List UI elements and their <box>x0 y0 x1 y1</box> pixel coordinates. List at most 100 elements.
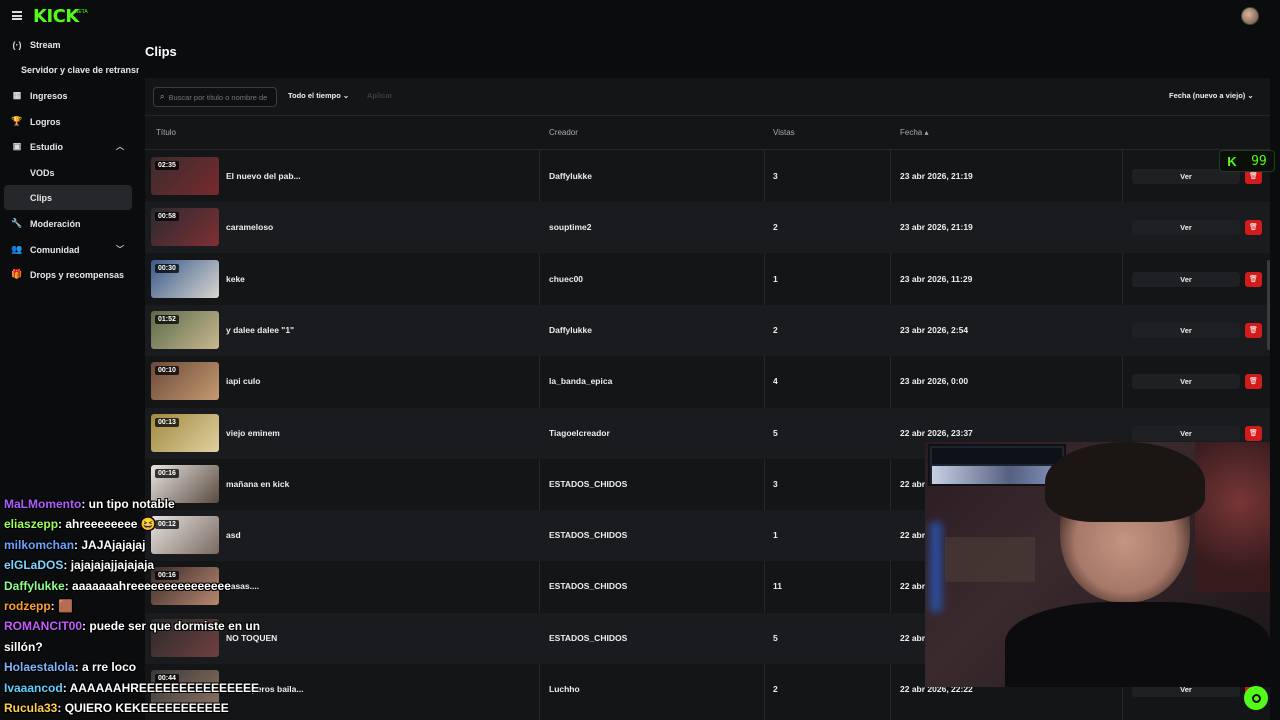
clip-creator[interactable]: ESTADOS_CHIDOS <box>549 581 627 591</box>
clip-thumbnail[interactable]: 01:52 <box>151 310 219 349</box>
delete-clip-button[interactable]: 🗑 <box>1245 374 1262 390</box>
sidebar-item-ingresos[interactable]: ▦ Ingresos <box>4 83 132 108</box>
clip-title[interactable]: y dalee dalee "1" <box>226 325 294 335</box>
chat-username[interactable]: ROMANCIT00 <box>4 619 82 633</box>
top-bar: KICK BETA <box>0 0 1280 34</box>
chat-fab-button[interactable] <box>1244 686 1268 710</box>
trash-icon: 🗑 <box>1249 378 1258 386</box>
clip-creator[interactable]: Daffylukke <box>549 325 592 335</box>
chat-separator: : <box>57 701 65 715</box>
table-row[interactable]: 00:10 iapi culo la_banda_epica 4 23 abr 2026… <box>145 356 1270 407</box>
table-row[interactable]: 01:52 y dalee dalee "1" Daffylukke 2 23 abr … <box>145 304 1270 356</box>
chat-username[interactable]: MaLMomento <box>4 497 81 511</box>
clip-title[interactable]: keke <box>226 274 245 284</box>
sidebar-item-clips[interactable]: Clips <box>4 185 132 210</box>
search-icon: ⌕ <box>160 92 165 101</box>
clip-creator[interactable]: Luchho <box>549 684 580 694</box>
clip-creator[interactable]: ESTADOS_CHIDOS <box>549 479 627 489</box>
chat-username[interactable]: Holaestalola <box>4 660 75 674</box>
clip-thumbnail[interactable]: 02:35 <box>151 157 219 195</box>
sidebar-item-label: VODs <box>30 167 55 178</box>
chevron-up-icon: ︿ <box>116 142 124 151</box>
clip-date: 22 abr <box>900 478 926 489</box>
clip-date: 22 abr <box>900 530 926 541</box>
delete-clip-button[interactable]: 🗑 <box>1245 220 1262 236</box>
clip-title[interactable]: viejo eminem <box>226 428 280 438</box>
apply-button[interactable]: Aplicar <box>367 91 392 100</box>
sidebar-item-estudio[interactable]: ▣ Estudio ︿ <box>4 134 132 159</box>
clip-title[interactable]: mañana en kick <box>226 479 289 489</box>
clip-creator[interactable]: ESTADOS_CHIDOS <box>549 530 627 540</box>
delete-clip-button[interactable]: 🗑 <box>1245 425 1262 441</box>
clip-title[interactable]: carameloso <box>226 222 273 232</box>
chat-message: Rucula33: QUIERO KEKEEEEEEEEEEE <box>4 701 229 715</box>
table-row[interactable]: 00:30 keke chuec00 1 23 abr 2026, 11:29 Ver 🗑 <box>145 254 1270 305</box>
chat-separator: : <box>50 599 59 613</box>
column-views[interactable]: Vistas <box>773 128 795 137</box>
table-row[interactable]: 02:35 El nuevo del pab... Daffylukke 3 23 ab… <box>145 151 1270 202</box>
clip-creator[interactable]: Daffylukke <box>549 171 592 181</box>
chevron-down-icon: ⌄ <box>342 91 350 100</box>
clip-thumbnail[interactable]: 00:30 <box>151 259 219 298</box>
sidebar-item-stream[interactable]: (·) Stream <box>4 32 132 57</box>
table-header: Título Creador Vistas Fecha ▴ <box>145 116 1270 150</box>
sidebar-item-vods[interactable]: VODs <box>4 160 132 185</box>
webcam-overlay <box>925 442 1270 687</box>
chat-username[interactable]: milkomchan <box>4 538 74 552</box>
menu-icon[interactable] <box>12 11 22 20</box>
kick-logo[interactable]: KICK <box>33 6 79 27</box>
clip-creator[interactable]: chuec00 <box>549 274 583 284</box>
user-avatar[interactable] <box>1241 7 1259 25</box>
view-clip-button[interactable]: Ver <box>1132 425 1240 441</box>
sort-label: Fecha (nuevo a viejo) <box>1169 91 1246 100</box>
clip-title[interactable]: El nuevo del pab... <box>226 171 301 181</box>
table-row[interactable]: 00:58 carameloso souptime2 2 23 abr 2026, 21… <box>145 202 1270 254</box>
chat-username[interactable]: elGLaDOS <box>4 558 63 572</box>
view-clip-button[interactable]: Ver <box>1132 322 1240 338</box>
clip-views: 3 <box>773 478 778 489</box>
delete-clip-button[interactable]: 🗑 <box>1245 271 1262 287</box>
clip-creator[interactable]: ESTADOS_CHIDOS <box>549 633 627 643</box>
sidebar-item-logros[interactable]: 🏆 Logros <box>4 109 132 134</box>
clip-thumbnail[interactable]: 00:12 <box>151 516 219 555</box>
chat-username[interactable]: Ivaaancod <box>4 681 63 695</box>
search-input[interactable] <box>168 92 269 102</box>
search-box[interactable]: ⌕ <box>153 87 277 107</box>
chat-username[interactable]: Rucula33 <box>4 701 57 715</box>
chat-username[interactable]: eliaszepp <box>4 517 58 531</box>
scrollbar[interactable] <box>1267 260 1270 350</box>
sidebar-item-stream-key[interactable]: Servidor y clave de retransmisión <box>21 65 139 75</box>
column-date[interactable]: Fecha ▴ <box>900 128 928 137</box>
clip-title[interactable]: iapi culo <box>226 376 260 386</box>
clip-title[interactable]: NO TOQUEN <box>226 633 277 643</box>
clip-thumbnail[interactable]: 00:58 <box>151 208 219 247</box>
chat-message: milkomchan: JAJAjajajaj <box>4 538 145 552</box>
sidebar-item-moderacion[interactable]: 🔧 Moderación <box>4 211 132 236</box>
column-title[interactable]: Título <box>156 128 176 137</box>
clip-views: 1 <box>773 273 778 284</box>
clip-duration: 01:52 <box>155 314 179 324</box>
view-clip-button[interactable]: Ver <box>1132 374 1240 390</box>
chat-text: ahreeeeeeee 😆 <box>65 517 156 532</box>
chat-username[interactable]: rodzepp <box>4 599 51 613</box>
time-filter-dropdown[interactable]: Todo el tiempo ⌄ <box>288 91 349 100</box>
clip-date: 23 abr 2026, 21:19 <box>900 171 973 181</box>
chat-text: jajajajajjajajaja <box>70 558 155 573</box>
clip-creator[interactable]: souptime2 <box>549 222 592 232</box>
clip-creator[interactable]: Tiagoelcreador <box>549 428 610 438</box>
sort-dropdown[interactable]: Fecha (nuevo a viejo) ⌄ <box>1169 91 1254 100</box>
view-clip-button[interactable]: Ver <box>1132 220 1240 236</box>
chat-message: Daffylukke: aaaaaaahreeeeeeeeeeeeeee <box>4 579 231 593</box>
chat-username[interactable]: Daffylukke <box>4 579 65 593</box>
view-clip-button[interactable]: Ver <box>1132 271 1240 287</box>
column-creator[interactable]: Creador <box>549 128 578 137</box>
users-icon: 👥 <box>11 244 23 254</box>
clip-thumbnail[interactable]: 00:13 <box>151 413 219 452</box>
clip-thumbnail[interactable]: 00:10 <box>151 362 219 401</box>
clip-creator[interactable]: la_banda_epica <box>549 376 612 386</box>
delete-clip-button[interactable]: 🗑 <box>1245 322 1262 338</box>
clip-title[interactable]: asd <box>226 530 241 540</box>
sidebar-item-drops[interactable]: 🎁 Drops y recompensas <box>4 262 132 287</box>
chat-separator: : <box>74 660 83 675</box>
sidebar-item-comunidad[interactable]: 👥 Comunidad ﹀ <box>4 237 132 262</box>
